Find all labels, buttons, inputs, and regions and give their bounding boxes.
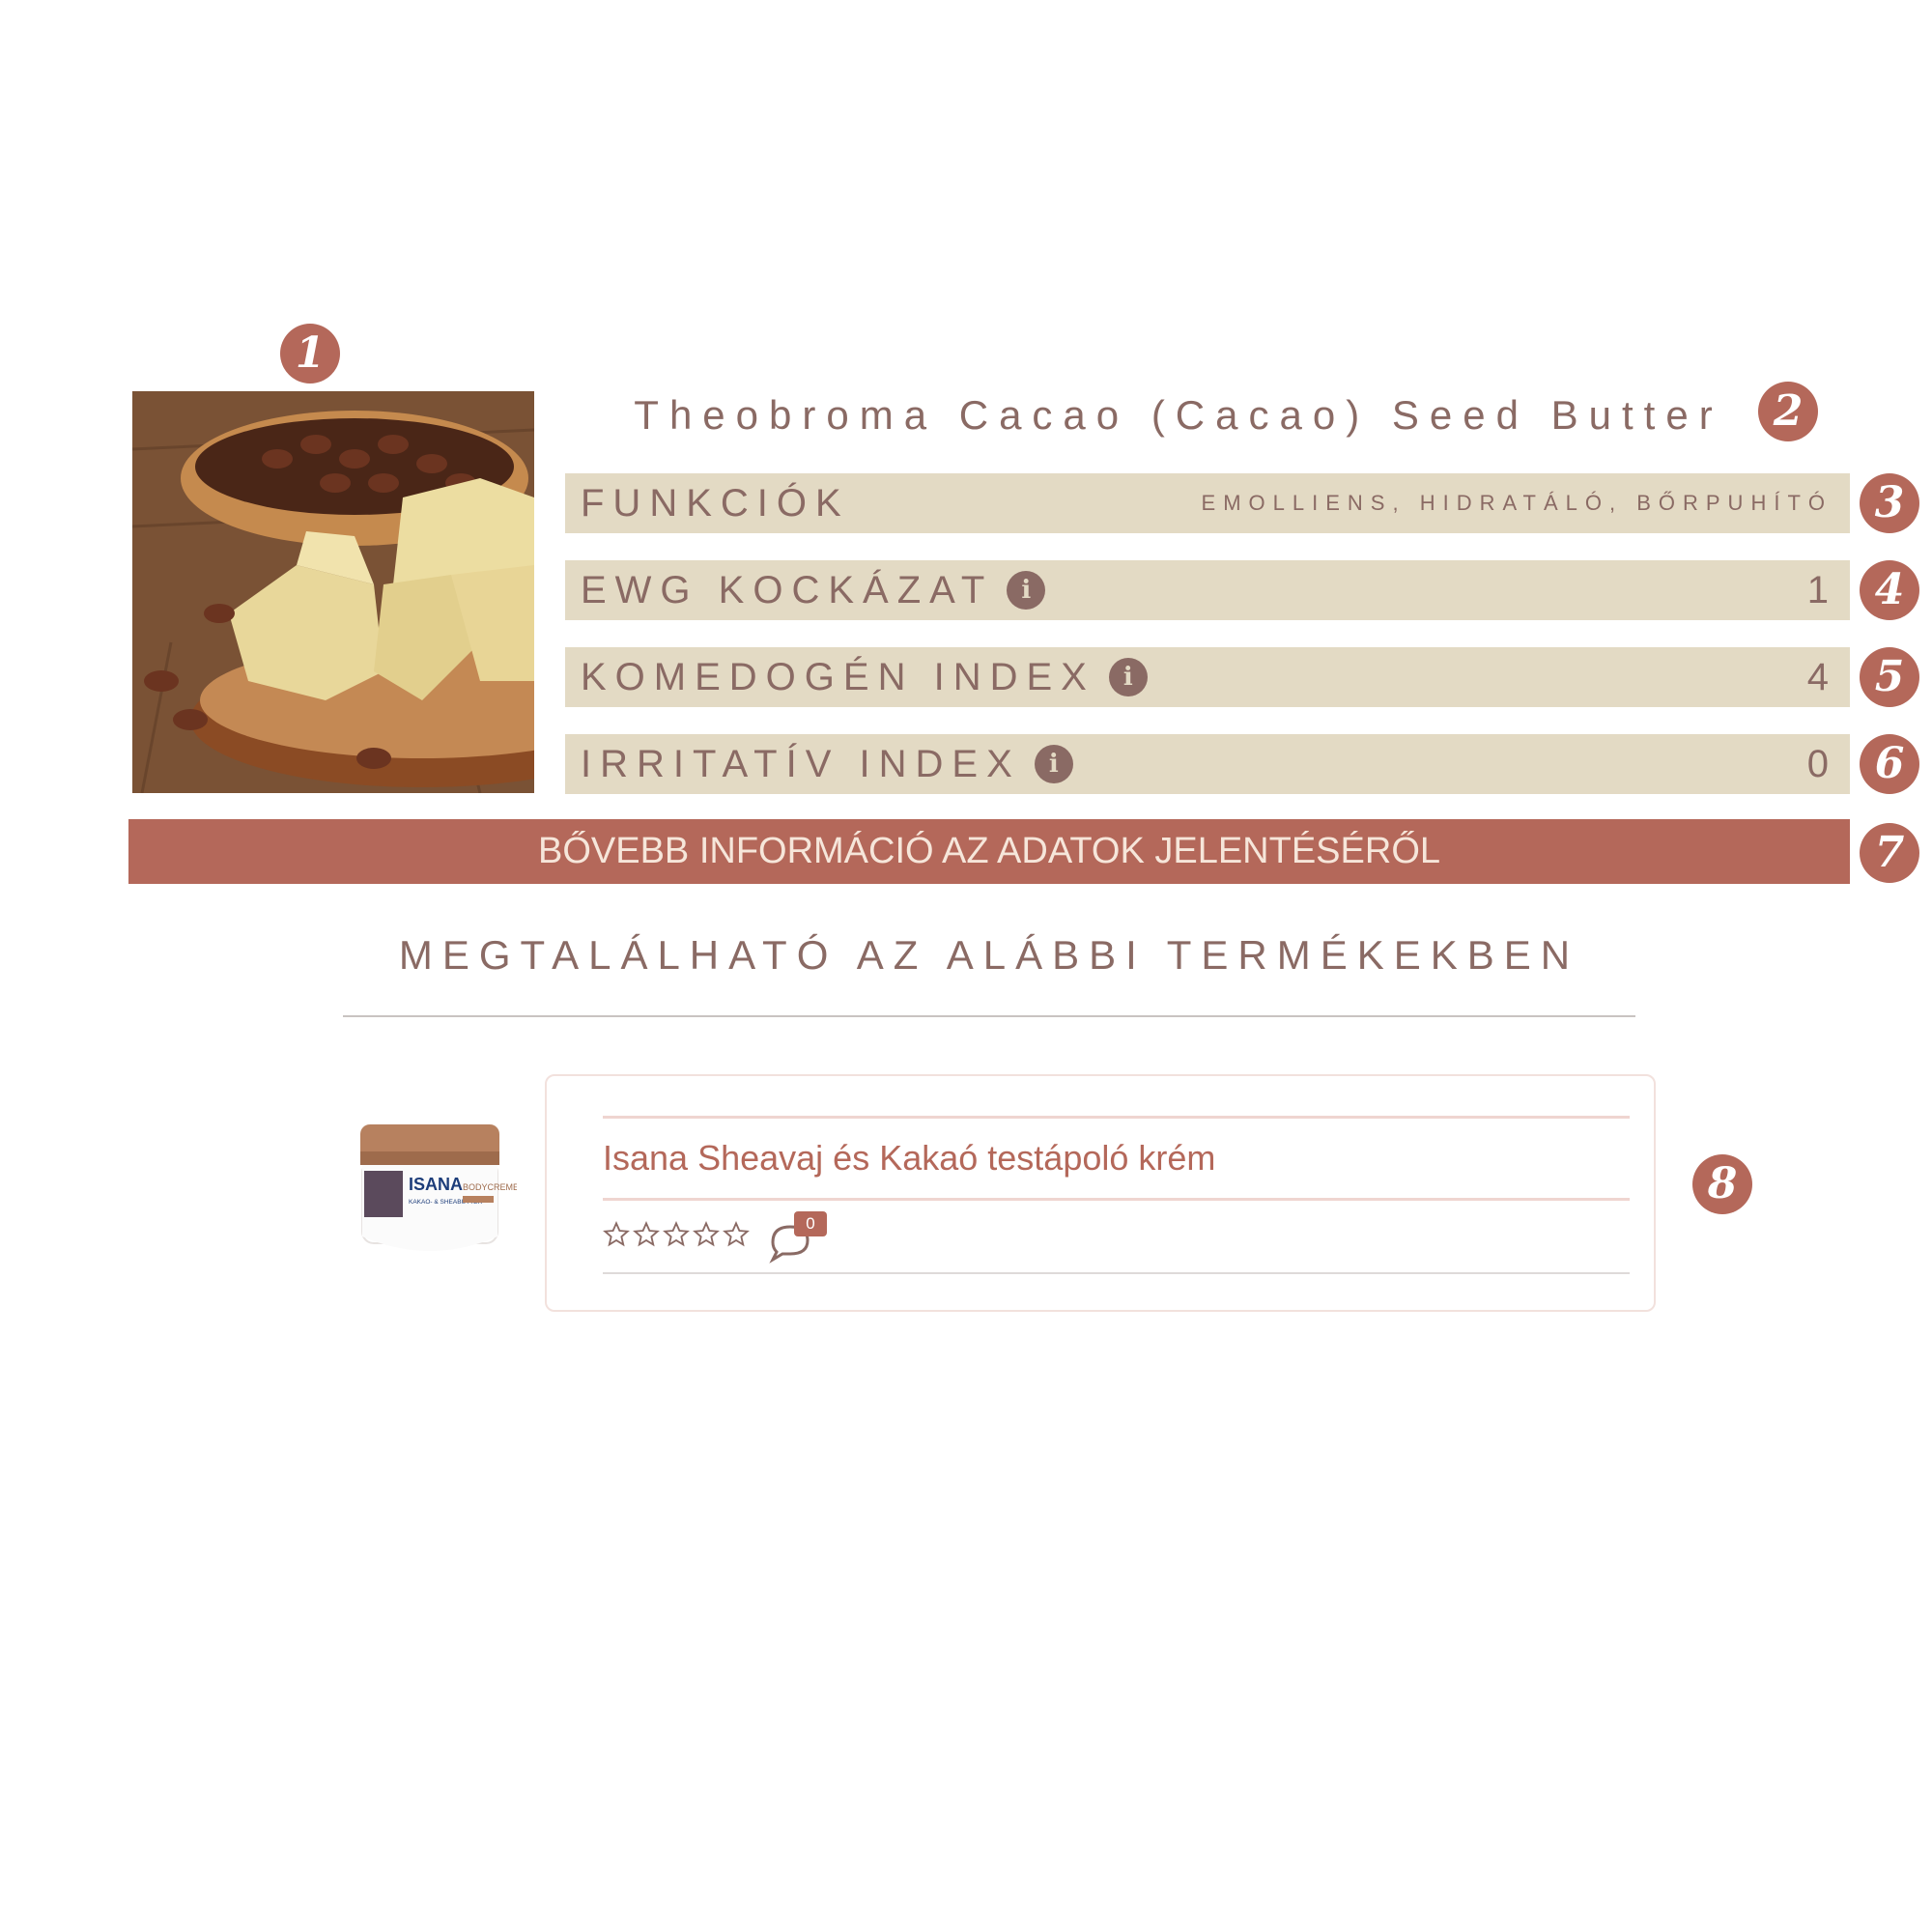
svg-text:BODYCREME: BODYCREME: [463, 1182, 517, 1192]
card-divider-middle: [603, 1198, 1630, 1201]
info-icon[interactable]: i: [1007, 571, 1046, 610]
ewg-risk-value: 1: [1806, 568, 1833, 611]
info-icon[interactable]: i: [1108, 658, 1148, 696]
ingredient-photo: [132, 391, 534, 793]
marker-6: 6: [1860, 734, 1919, 794]
star-icon[interactable]: [633, 1221, 660, 1248]
star-icon[interactable]: [693, 1221, 720, 1248]
marker-4: 4: [1860, 560, 1919, 620]
marker-7: 7: [1860, 823, 1919, 883]
comment-count-badge: 0: [794, 1211, 827, 1236]
ewg-risk-row: EWG KOCKÁZAT i 1: [565, 560, 1850, 620]
star-icon[interactable]: [603, 1221, 630, 1248]
comedogenic-index-label: KOMEDOGÉN INDEX i: [581, 656, 1148, 699]
section-divider: [343, 1015, 1635, 1017]
functions-value: EMOLLIENS, HIDRATÁLÓ, BŐRPUHÍTÓ: [1201, 491, 1833, 515]
card-divider-top: [603, 1116, 1630, 1119]
marker-5: 5: [1860, 647, 1919, 707]
star-icon[interactable]: [723, 1221, 750, 1248]
product-thumbnail[interactable]: ISANA KAKAO- & SHEABUTTER BODYCREME: [343, 1101, 519, 1275]
marker-3: 3: [1860, 473, 1919, 533]
products-section-title: MEGTALÁLHATÓ AZ ALÁBBI TERMÉKEKBEN: [398, 932, 1580, 978]
comedogenic-index-row: KOMEDOGÉN INDEX i 4: [565, 647, 1850, 707]
ewg-risk-label: EWG KOCKÁZAT i: [581, 569, 1046, 612]
functions-label: FUNKCIÓK: [581, 481, 850, 525]
product-card[interactable]: Isana Sheavaj és Kakaó testápoló krém 0: [545, 1074, 1656, 1312]
marker-8: 8: [1692, 1154, 1752, 1214]
marker-1: 1: [280, 324, 340, 384]
card-divider-bottom: [603, 1272, 1630, 1274]
star-icon[interactable]: [663, 1221, 690, 1248]
product-name-link[interactable]: Isana Sheavaj és Kakaó testápoló krém: [603, 1134, 1215, 1182]
ingredient-name: Theobroma Cacao (Cacao) Seed Butter: [634, 392, 1723, 438]
irritant-index-label: IRRITATÍV INDEX i: [581, 743, 1073, 786]
irritant-index-row: IRRITATÍV INDEX i 0: [565, 734, 1850, 794]
irritant-index-value: 0: [1806, 742, 1833, 785]
comedogenic-index-value: 4: [1806, 655, 1833, 698]
marker-2: 2: [1758, 382, 1818, 441]
svg-text:ISANA: ISANA: [409, 1175, 463, 1194]
info-icon[interactable]: i: [1034, 745, 1073, 783]
rating-stars[interactable]: [603, 1221, 750, 1248]
more-info-button[interactable]: BŐVEBB INFORMÁCIÓ AZ ADATOK JELENTÉSÉRŐL: [128, 819, 1850, 884]
functions-row: FUNKCIÓK EMOLLIENS, HIDRATÁLÓ, BŐRPUHÍTÓ: [565, 473, 1850, 533]
